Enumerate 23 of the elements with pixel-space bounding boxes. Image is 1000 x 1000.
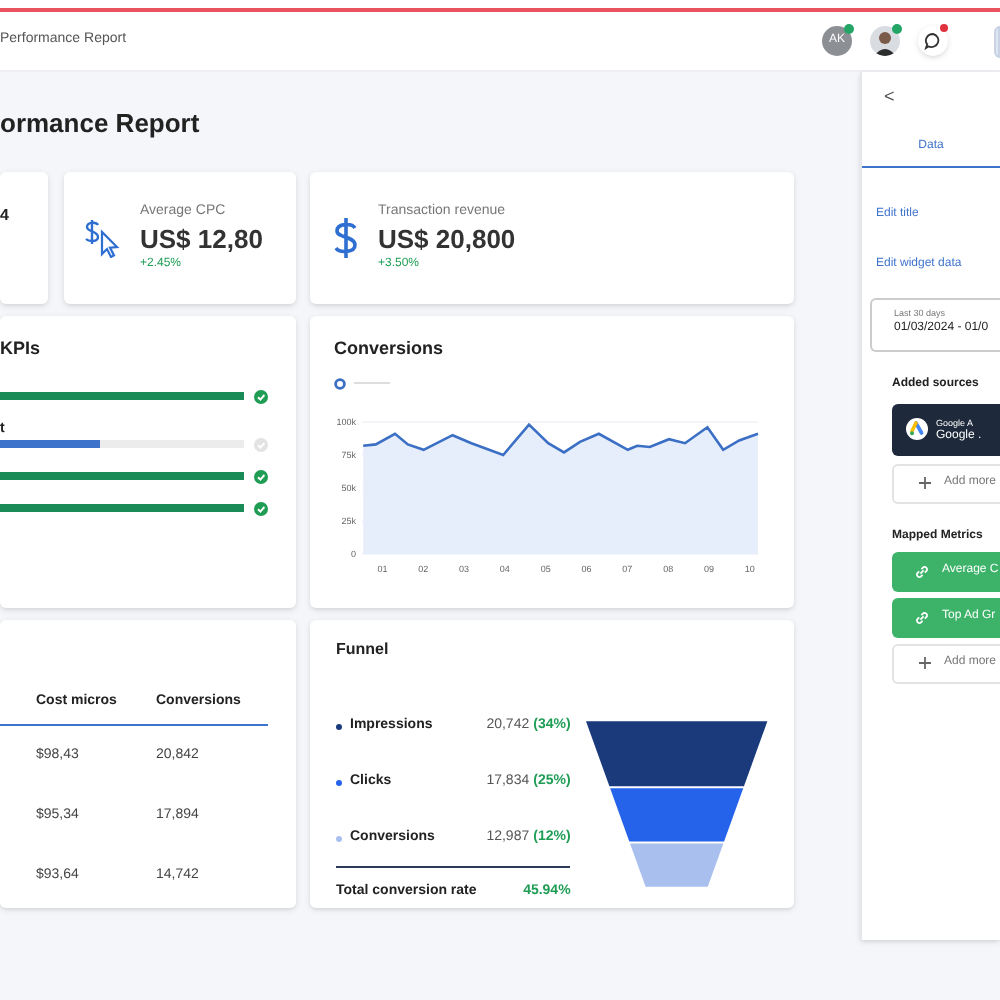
link-icon	[914, 609, 930, 625]
ads-logo-icon	[906, 418, 928, 440]
user-avatar[interactable]	[870, 26, 900, 56]
stat-value: US$ 20,800	[378, 223, 516, 256]
plus-icon	[918, 476, 932, 490]
legend-marker-icon	[334, 377, 346, 389]
funnel-segment	[610, 788, 744, 842]
funnel-segment	[630, 843, 724, 887]
dollar-icon	[330, 216, 362, 260]
stat-value: 4	[0, 204, 11, 228]
chat-icon	[924, 32, 942, 50]
back-button[interactable]: <	[862, 84, 902, 111]
cursor-dollar-icon	[84, 218, 124, 258]
stat-value: US$ 12,80	[140, 223, 263, 256]
legend-line	[354, 382, 390, 384]
card-title: KPIs	[0, 336, 43, 362]
page-title: ormance Report	[0, 108, 202, 140]
link-icon	[914, 563, 930, 579]
card-title: Conversions	[334, 336, 446, 362]
card-title: Funnel	[336, 638, 391, 662]
plus-icon	[918, 656, 932, 670]
line-series	[361, 422, 760, 456]
chat-button[interactable]	[918, 26, 948, 56]
